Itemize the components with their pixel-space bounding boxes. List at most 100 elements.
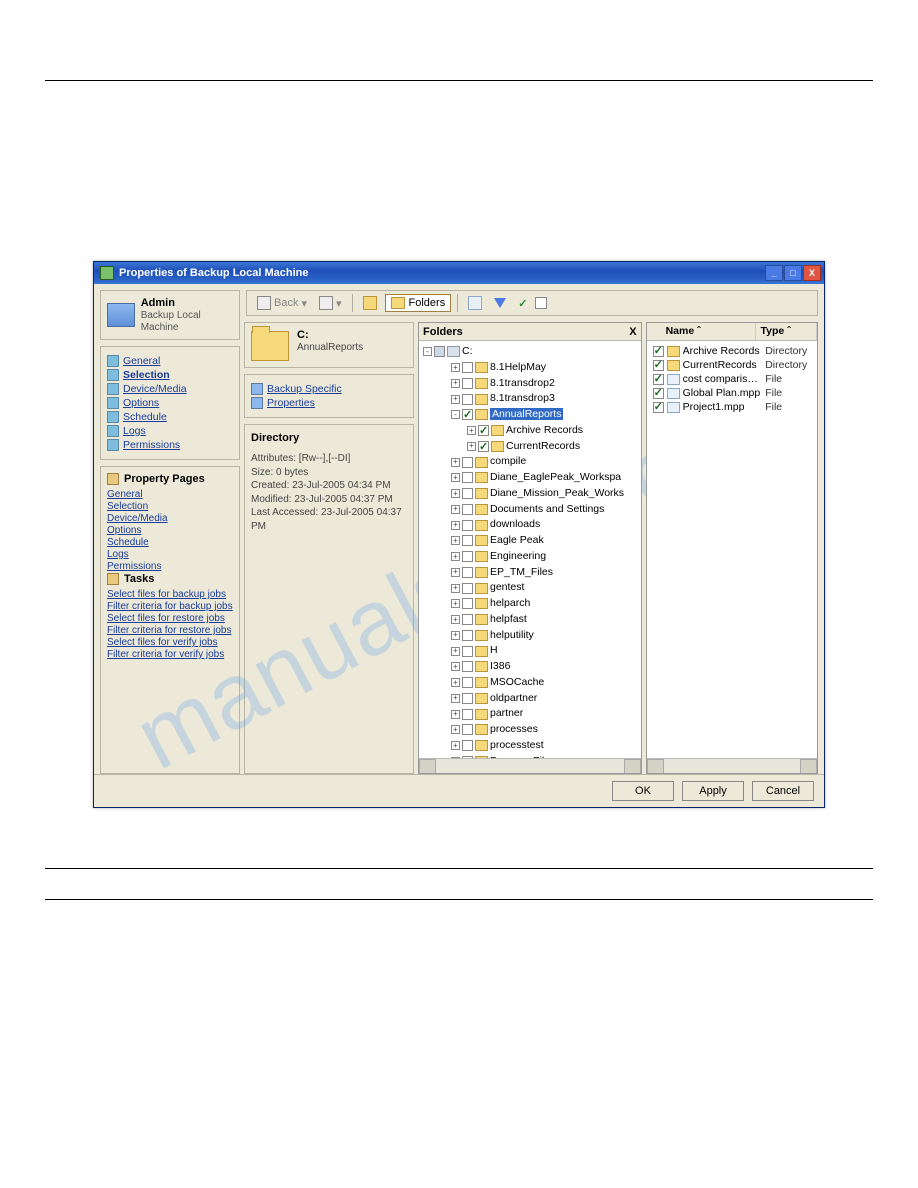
nav-icon bbox=[107, 355, 119, 367]
tree-node[interactable]: +downloads bbox=[423, 517, 639, 533]
tree-node[interactable]: +CurrentRecords bbox=[423, 439, 639, 455]
file-row[interactable]: Global Plan.mppFile bbox=[651, 386, 815, 400]
help-task-link[interactable]: Filter criteria for verify jobs bbox=[107, 649, 233, 660]
nav-item-options[interactable]: Options bbox=[107, 397, 233, 409]
nav-icon bbox=[107, 425, 119, 437]
nav-item-selection[interactable]: Selection bbox=[107, 369, 233, 381]
folder-tree[interactable]: -C:+8.1HelpMay+8.1transdrop2+8.1transdro… bbox=[419, 341, 641, 758]
help-task-link[interactable]: Select files for backup jobs bbox=[107, 589, 233, 600]
file-icon bbox=[667, 388, 680, 399]
help-page-link[interactable]: Permissions bbox=[107, 561, 233, 572]
file-checkbox[interactable] bbox=[653, 388, 664, 399]
dir-accessed: Last Accessed: 23-Jul-2005 04:37 PM bbox=[251, 506, 407, 533]
property-pages-heading: Property Pages bbox=[124, 473, 205, 485]
tree-node[interactable]: +processtest bbox=[423, 738, 639, 754]
ok-button[interactable]: OK bbox=[612, 781, 674, 801]
minimize-button[interactable]: _ bbox=[765, 265, 783, 281]
filter-button[interactable] bbox=[490, 296, 510, 310]
help-task-link[interactable]: Select files for restore jobs bbox=[107, 613, 233, 624]
nav-item-general[interactable]: General bbox=[107, 355, 233, 367]
tree-node[interactable]: +helparch bbox=[423, 596, 639, 612]
folders-pane-close[interactable]: X bbox=[629, 326, 636, 338]
tree-scrollbar[interactable] bbox=[419, 758, 641, 773]
machine-icon bbox=[107, 303, 135, 327]
file-icon bbox=[667, 402, 680, 413]
forward-icon bbox=[319, 296, 333, 310]
tree-node[interactable]: +8.1transdrop3 bbox=[423, 391, 639, 407]
type-column-header[interactable]: Type ˆ bbox=[756, 323, 817, 340]
tree-node[interactable]: +Documents and Settings bbox=[423, 502, 639, 518]
up-button[interactable] bbox=[359, 294, 381, 312]
toolbar-checkbox[interactable] bbox=[535, 297, 547, 309]
file-checkbox[interactable] bbox=[653, 402, 664, 413]
backup-icon bbox=[251, 383, 263, 395]
file-checkbox[interactable] bbox=[653, 360, 664, 371]
tree-node[interactable]: +8.1transdrop2 bbox=[423, 376, 639, 392]
folders-button[interactable]: Folders bbox=[385, 294, 452, 312]
file-checkbox[interactable] bbox=[653, 346, 664, 357]
nav-icon bbox=[107, 383, 119, 395]
document-button[interactable] bbox=[464, 294, 486, 312]
help-page-link[interactable]: Selection bbox=[107, 501, 233, 512]
file-list-header: Name ˆ Type ˆ bbox=[647, 323, 817, 341]
nav-item-schedule[interactable]: Schedule bbox=[107, 411, 233, 423]
tree-node[interactable]: +gentest bbox=[423, 580, 639, 596]
backup-specific-link[interactable]: Backup Specific bbox=[251, 383, 407, 395]
path-folder: AnnualReports bbox=[297, 342, 363, 353]
file-checkbox[interactable] bbox=[653, 374, 664, 385]
tree-node[interactable]: +helputility bbox=[423, 628, 639, 644]
tree-node[interactable]: +Eagle Peak bbox=[423, 533, 639, 549]
list-scrollbar[interactable] bbox=[647, 758, 817, 773]
properties-link[interactable]: Properties bbox=[251, 397, 407, 409]
titlebar[interactable]: Properties of Backup Local Machine _ □ X bbox=[94, 262, 824, 284]
folder-icon bbox=[667, 346, 680, 357]
tree-node[interactable]: +H bbox=[423, 643, 639, 659]
folder-icon bbox=[391, 297, 405, 309]
cancel-button[interactable]: Cancel bbox=[752, 781, 814, 801]
tree-node[interactable]: +partner bbox=[423, 706, 639, 722]
help-page-link[interactable]: Logs bbox=[107, 549, 233, 560]
apply-button[interactable]: Apply bbox=[682, 781, 744, 801]
nav-icon bbox=[107, 411, 119, 423]
directory-info-panel: Directory Attributes: [Rw--],[--DI] Size… bbox=[244, 424, 414, 774]
back-button[interactable]: Back ▾ bbox=[253, 294, 311, 312]
file-row[interactable]: Archive RecordsDirectory bbox=[651, 344, 815, 358]
tree-node[interactable]: +compile bbox=[423, 454, 639, 470]
admin-panel: Admin Backup Local Machine bbox=[100, 290, 240, 340]
file-list-panel: Name ˆ Type ˆ Archive RecordsDirectoryCu… bbox=[646, 322, 818, 774]
tree-node[interactable]: +processes bbox=[423, 722, 639, 738]
file-row[interactable]: cost comparison.xlsFile bbox=[651, 372, 815, 386]
tree-node[interactable]: -AnnualReports bbox=[423, 407, 639, 423]
file-row[interactable]: CurrentRecordsDirectory bbox=[651, 358, 815, 372]
help-task-link[interactable]: Select files for verify jobs bbox=[107, 637, 233, 648]
tree-node[interactable]: +Diane_Mission_Peak_Works bbox=[423, 486, 639, 502]
back-icon bbox=[257, 296, 271, 310]
file-list[interactable]: Archive RecordsDirectoryCurrentRecordsDi… bbox=[647, 341, 817, 758]
check-button[interactable]: ✓ bbox=[514, 295, 531, 312]
nav-item-device-media[interactable]: Device/Media bbox=[107, 383, 233, 395]
file-row[interactable]: Project1.mppFile bbox=[651, 400, 815, 414]
tree-node[interactable]: +Archive Records bbox=[423, 423, 639, 439]
name-column-header[interactable]: Name ˆ bbox=[662, 323, 757, 340]
tree-node[interactable]: +I386 bbox=[423, 659, 639, 675]
tree-node[interactable]: +helpfast bbox=[423, 612, 639, 628]
nav-item-logs[interactable]: Logs bbox=[107, 425, 233, 437]
tree-node[interactable]: +8.1HelpMay bbox=[423, 360, 639, 376]
help-page-link[interactable]: Device/Media bbox=[107, 513, 233, 524]
help-task-link[interactable]: Filter criteria for restore jobs bbox=[107, 625, 233, 636]
close-button[interactable]: X bbox=[803, 265, 821, 281]
tree-node[interactable]: +EP_TM_Files bbox=[423, 565, 639, 581]
tree-node[interactable]: +MSOCache bbox=[423, 675, 639, 691]
help-page-link[interactable]: General bbox=[107, 489, 233, 500]
help-page-link[interactable]: Options bbox=[107, 525, 233, 536]
tree-node[interactable]: +oldpartner bbox=[423, 691, 639, 707]
book-icon bbox=[107, 573, 119, 585]
tree-node[interactable]: +Engineering bbox=[423, 549, 639, 565]
tree-node[interactable]: +Diane_EaglePeak_Workspa bbox=[423, 470, 639, 486]
help-page-link[interactable]: Schedule bbox=[107, 537, 233, 548]
maximize-button[interactable]: □ bbox=[784, 265, 802, 281]
nav-item-permissions[interactable]: Permissions bbox=[107, 439, 233, 451]
tree-root[interactable]: -C: bbox=[423, 344, 639, 360]
forward-button[interactable]: ▾ bbox=[315, 294, 346, 312]
help-task-link[interactable]: Filter criteria for backup jobs bbox=[107, 601, 233, 612]
